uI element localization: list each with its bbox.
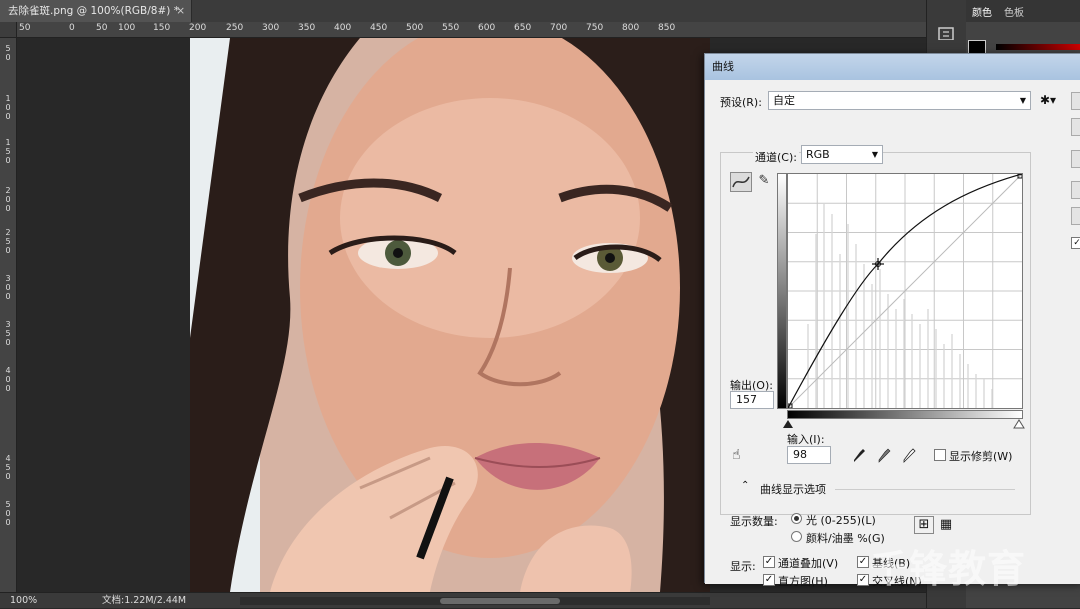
pigment-radio[interactable] [791, 531, 802, 542]
detailed-grid-icon[interactable]: ▦ [936, 516, 956, 534]
preset-label: 预设(R): [720, 96, 762, 109]
input-label: 输入(I): [787, 433, 825, 446]
white-point-slider-icon[interactable] [1013, 419, 1025, 429]
tab-swatches[interactable]: 色板 [1004, 4, 1024, 19]
cancel-button[interactable] [1071, 118, 1080, 136]
portrait-illustration [190, 38, 710, 592]
white-eyedropper-icon[interactable] [902, 446, 918, 464]
histogram-label[interactable]: 直方图(H) [778, 573, 828, 589]
channel-overlay-label[interactable]: 通道叠加(V) [778, 555, 838, 571]
baseline-checkbox[interactable]: ✓ [857, 556, 869, 568]
output-gradient-bar [777, 173, 787, 409]
output-field[interactable]: 157 [730, 391, 774, 409]
tab-bar [192, 0, 926, 22]
panel-tabs: 颜色 色板 [966, 0, 1080, 22]
channel-overlay-checkbox[interactable]: ✓ [763, 556, 775, 568]
pencil-icon[interactable]: ✎ [753, 172, 775, 192]
input-gradient-bar [787, 410, 1023, 419]
zoom-level[interactable]: 100% [10, 593, 37, 609]
black-eyedropper-icon[interactable] [852, 446, 868, 464]
show-label: 显示: [730, 560, 756, 573]
ruler-corner [0, 22, 17, 38]
divider [835, 489, 1015, 490]
preset-options-gear-icon[interactable]: ✱▾ [1040, 93, 1056, 107]
collapse-chevron-icon[interactable]: ⌃ [741, 480, 749, 491]
gray-eyedropper-icon[interactable] [877, 446, 893, 464]
horizontal-scrollbar[interactable] [240, 597, 710, 605]
chevron-down-icon: ▼ [1019, 96, 1026, 105]
tab-color[interactable]: 颜色 [972, 4, 992, 19]
curves-graph[interactable] [787, 173, 1023, 409]
document-info[interactable]: 文档:1.22M/2.44M [102, 593, 186, 609]
black-point-slider-icon[interactable] [782, 419, 794, 429]
document-tab[interactable]: 去除雀斑.png @ 100%(RGB/8#) * × [0, 0, 192, 22]
simple-grid-icon[interactable]: ⊞ [914, 516, 934, 534]
smooth-button[interactable] [1071, 150, 1080, 168]
ruler-horizontal: 50 0 50 100 150 200 250 300 350 400 450 … [17, 22, 926, 38]
document-tab-title: 去除雀斑.png @ 100%(RGB/8#) * [8, 5, 179, 17]
dialog-body: 预设(R): 自定 ▼ ✱▾ ✓ 通道(C): RGB ▼ ✎ 输出(O): 1… [705, 80, 1080, 588]
chevron-down-icon: ▼ [871, 150, 878, 159]
curve-display-options-label[interactable]: 曲线显示选项 [760, 481, 826, 497]
curve-edit-point-icon[interactable] [730, 172, 752, 192]
histogram-checkbox[interactable]: ✓ [763, 574, 775, 586]
curves-dialog: 曲线 预设(R): 自定 ▼ ✱▾ ✓ 通道(C): RGB ▼ ✎ 输出(O)… [704, 53, 1080, 588]
document-image[interactable] [190, 38, 710, 592]
close-tab-icon[interactable]: × [176, 0, 185, 22]
light-option-label[interactable]: 光 (0-255)(L) [806, 512, 876, 528]
history-icon[interactable] [927, 0, 967, 41]
watermark: 千锋教育 [870, 547, 1027, 591]
options-button[interactable] [1071, 207, 1080, 225]
dialog-title[interactable]: 曲线 [705, 54, 1080, 80]
ruler-vertical: 5 0 1 0 0 1 5 0 2 0 0 2 5 0 3 0 0 3 5 0 … [0, 38, 17, 592]
status-bar: 100% 文档:1.22M/2.44M [0, 592, 926, 608]
show-clipping-checkbox[interactable] [934, 449, 946, 461]
input-field[interactable]: 98 [787, 446, 831, 464]
scrollbar-thumb[interactable] [440, 598, 560, 604]
channel-select[interactable]: RGB ▼ [801, 145, 883, 164]
color-slider[interactable] [996, 44, 1080, 50]
light-radio[interactable] [791, 513, 802, 524]
preset-select[interactable]: 自定 ▼ [768, 91, 1031, 110]
show-amount-label: 显示数量: [730, 515, 778, 528]
auto-button[interactable] [1071, 181, 1080, 199]
ok-button[interactable] [1071, 92, 1080, 110]
targeted-adjustment-hand-icon[interactable]: ☝ [732, 447, 741, 463]
preview-checkbox[interactable]: ✓ [1071, 237, 1080, 249]
show-clipping-label[interactable]: 显示修剪(W) [949, 448, 1012, 464]
intersection-line-checkbox[interactable]: ✓ [857, 574, 869, 586]
curves-plot[interactable] [787, 173, 1023, 409]
channel-label: 通道(C): [753, 149, 799, 165]
